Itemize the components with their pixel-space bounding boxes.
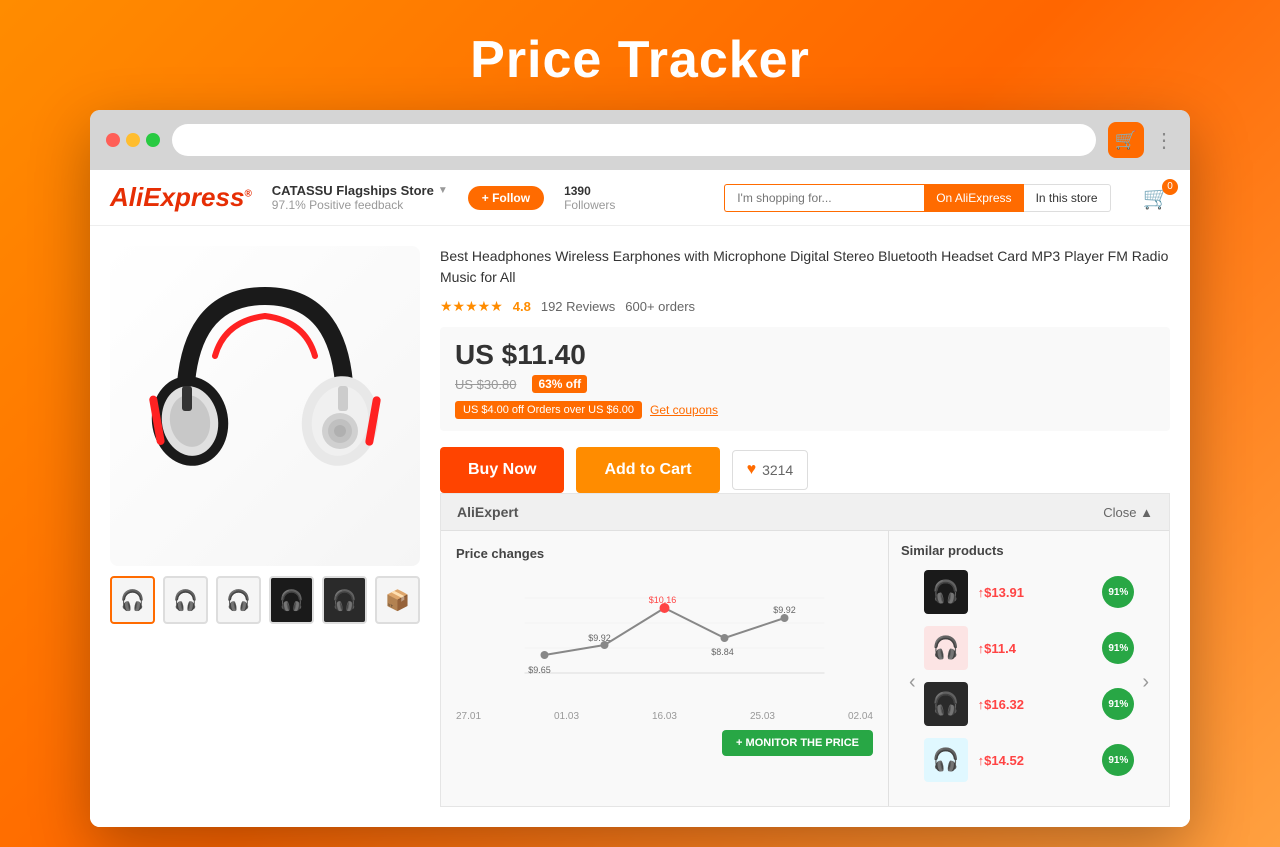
- followers-info: 1390 Followers: [564, 184, 615, 212]
- buy-now-button[interactable]: Buy Now: [440, 447, 564, 493]
- wishlist-button[interactable]: ♥ 3214: [732, 450, 809, 490]
- heart-icon: ♥: [747, 461, 757, 479]
- similar-products-title: Similar products: [901, 543, 1157, 558]
- store-rating: 97.1% Positive feedback: [272, 198, 448, 212]
- browser-window: 🛒 ⋮ AliExpress® CATASSU Flagships Store …: [90, 110, 1190, 827]
- orders-count: 600+ orders: [625, 299, 695, 314]
- minimize-window-dot[interactable]: [126, 133, 140, 147]
- aliexpress-logo: AliExpress®: [110, 182, 252, 213]
- star-rating: ★★★★★: [440, 298, 503, 315]
- action-buttons: Buy Now Add to Cart ♥ 3214: [440, 447, 1170, 493]
- product-details: Best Headphones Wireless Earphones with …: [440, 246, 1170, 807]
- panel-body: Price changes: [441, 531, 1169, 806]
- monitor-price-button[interactable]: + MONITOR THE PRICE: [722, 730, 873, 756]
- similar-item-4-image: 🎧: [924, 738, 968, 782]
- product-area: 🎧 🎧 🎧 🎧 🎧 📦 Best Headphones Wireless Ear…: [90, 226, 1190, 827]
- header-cart-button[interactable]: 🛒 0: [1143, 185, 1170, 211]
- product-images: 🎧 🎧 🎧 🎧 🎧 📦: [110, 246, 420, 807]
- chart-dates: 27.01 01.03 16.03 25.03 02.04: [456, 711, 873, 722]
- price-chart-svg: $9.65 $9.92 $10.16 $8.84 $9.92: [456, 573, 873, 693]
- store-info: CATASSU Flagships Store ▼ 97.1% Positive…: [272, 183, 448, 212]
- chart-container: $9.65 $9.92 $10.16 $8.84 $9.92: [456, 573, 873, 703]
- store-name-row: CATASSU Flagships Store ▼: [272, 183, 448, 198]
- thumbnail-row: 🎧 🎧 🎧 🎧 🎧 📦: [110, 576, 420, 624]
- rating-score: 4.8: [513, 299, 531, 314]
- add-to-cart-button[interactable]: Add to Cart: [576, 447, 719, 493]
- svg-text:$9.65: $9.65: [528, 665, 551, 675]
- close-window-dot[interactable]: [106, 133, 120, 147]
- svg-text:$8.84: $8.84: [711, 647, 734, 657]
- aliexpert-header: AliExpert Close ▲: [441, 494, 1169, 531]
- similar-items-list: 🎧 ↑$13.91 91% 🎧 ↑$11.4 91%: [924, 570, 1135, 794]
- maximize-window-dot[interactable]: [146, 133, 160, 147]
- thumbnail-6[interactable]: 📦: [375, 576, 420, 624]
- search-store-tab[interactable]: In this store: [1024, 184, 1111, 212]
- store-dropdown-arrow[interactable]: ▼: [438, 185, 448, 196]
- similar-item-2: 🎧 ↑$11.4 91%: [924, 626, 1135, 670]
- similar-item-3-badge: 91%: [1102, 688, 1134, 720]
- browser-cart-icon[interactable]: 🛒: [1108, 122, 1144, 158]
- similar-item-4: 🎧 ↑$14.52 91%: [924, 738, 1135, 782]
- thumbnail-2[interactable]: 🎧: [163, 576, 208, 624]
- price-section: US $11.40 US $30.80 63% off US $4.00 off…: [440, 327, 1170, 431]
- browser-content: AliExpress® CATASSU Flagships Store ▼ 97…: [90, 170, 1190, 827]
- similar-item-3-price: ↑$16.32: [978, 697, 1093, 712]
- wishlist-count: 3214: [762, 462, 793, 478]
- reviews-count: 192 Reviews: [541, 299, 615, 314]
- url-bar[interactable]: [172, 124, 1096, 156]
- current-price: US $11.40: [455, 339, 1155, 371]
- coupon-bar: US $4.00 off Orders over US $6.00 Get co…: [455, 401, 1155, 419]
- aliexpert-close-button[interactable]: Close ▲: [1103, 505, 1153, 520]
- price-changes-title: Price changes: [456, 546, 873, 561]
- page-title: Price Tracker: [470, 30, 810, 90]
- price-chart-section: Price changes: [441, 531, 889, 806]
- similar-item-1-image: 🎧: [924, 570, 968, 614]
- similar-item-4-price: ↑$14.52: [978, 753, 1093, 768]
- headphone-svg: [135, 266, 395, 546]
- store-header: AliExpress® CATASSU Flagships Store ▼ 97…: [90, 170, 1190, 226]
- aliexpert-panel: AliExpert Close ▲ Price changes: [440, 493, 1170, 807]
- old-price: US $30.80: [455, 377, 516, 392]
- search-input[interactable]: [724, 184, 924, 212]
- browser-icons: 🛒 ⋮: [1108, 122, 1174, 158]
- store-name: CATASSU Flagships Store: [272, 183, 434, 198]
- search-aliexpress-tab[interactable]: On AliExpress: [924, 184, 1023, 212]
- svg-text:$10.16: $10.16: [649, 595, 677, 605]
- aliexpert-title: AliExpert: [457, 504, 518, 520]
- ratings-row: ★★★★★ 4.8 192 Reviews 600+ orders: [440, 298, 1170, 315]
- thumbnail-5[interactable]: 🎧: [322, 576, 367, 624]
- coupon-tag: US $4.00 off Orders over US $6.00: [455, 401, 642, 419]
- window-controls: [106, 133, 160, 147]
- similar-item-3-image: 🎧: [924, 682, 968, 726]
- followers-label: Followers: [564, 198, 615, 212]
- browser-menu-icon[interactable]: ⋮: [1154, 128, 1174, 153]
- main-product-image: [110, 246, 420, 566]
- similar-prev-arrow[interactable]: ‹: [901, 667, 924, 698]
- similar-products-section: Similar products ‹ 🎧 ↑$13.91 91%: [889, 531, 1169, 806]
- similar-item-2-image: 🎧: [924, 626, 968, 670]
- similar-item-2-price: ↑$11.4: [978, 641, 1093, 656]
- similar-item-2-badge: 91%: [1102, 632, 1134, 664]
- thumbnail-4[interactable]: 🎧: [269, 576, 314, 624]
- get-coupons-link[interactable]: Get coupons: [650, 403, 718, 417]
- similar-item-1-price: ↑$13.91: [978, 585, 1093, 600]
- similar-item-3: 🎧 ↑$16.32 91%: [924, 682, 1135, 726]
- thumbnail-1[interactable]: 🎧: [110, 576, 155, 624]
- discount-badge: 63% off: [532, 375, 587, 393]
- similar-item-1-badge: 91%: [1102, 576, 1134, 608]
- svg-text:$9.92: $9.92: [773, 605, 796, 615]
- product-title: Best Headphones Wireless Earphones with …: [440, 246, 1170, 288]
- browser-bar: 🛒 ⋮: [90, 110, 1190, 170]
- similar-item-4-badge: 91%: [1102, 744, 1134, 776]
- cart-badge: 0: [1162, 179, 1178, 195]
- follow-button[interactable]: + Follow: [468, 186, 544, 210]
- similar-next-arrow[interactable]: ›: [1134, 667, 1157, 698]
- similar-item-1: 🎧 ↑$13.91 91%: [924, 570, 1135, 614]
- followers-count: 1390: [564, 184, 615, 198]
- thumbnail-3[interactable]: 🎧: [216, 576, 261, 624]
- svg-text:$9.92: $9.92: [588, 633, 611, 643]
- search-area: On AliExpress In this store: [724, 184, 1110, 212]
